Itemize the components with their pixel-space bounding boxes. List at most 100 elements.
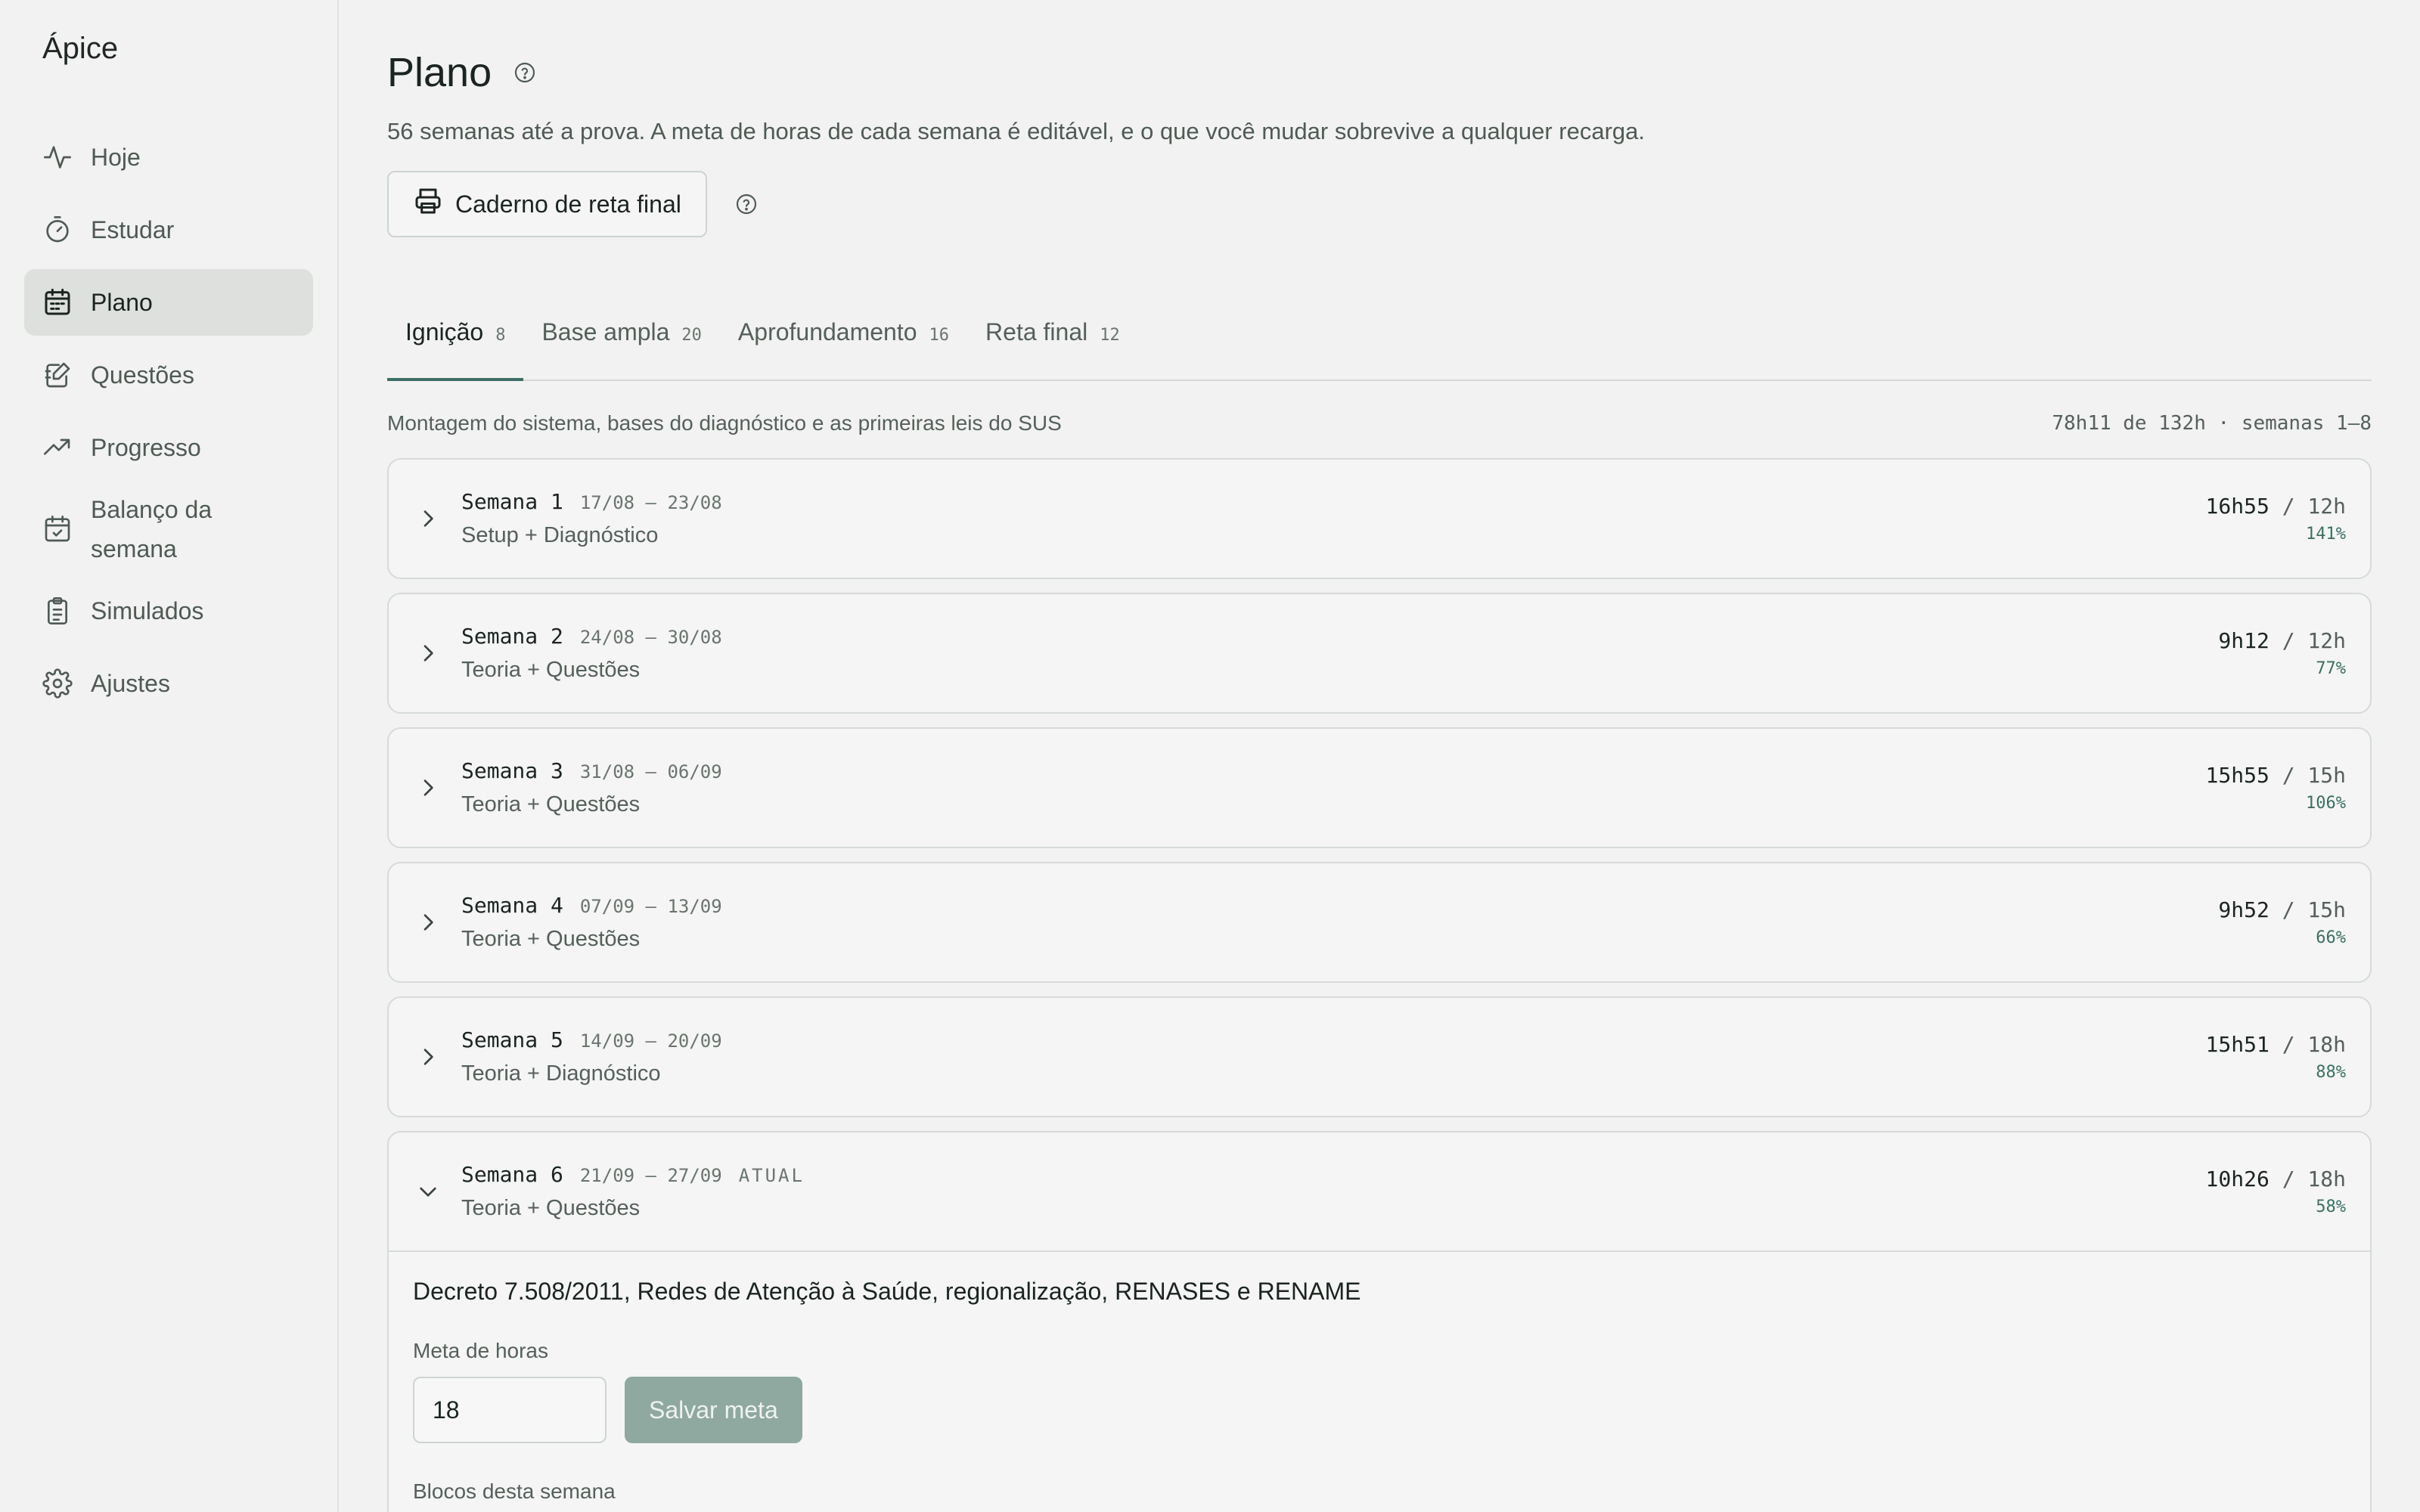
week-info: Semana 1 17/08 – 23/08 Setup + Diagnósti… <box>461 489 2206 548</box>
sidebar-item-progresso[interactable]: Progresso <box>24 414 313 481</box>
week-dates: 31/08 – 06/09 <box>579 761 722 782</box>
current-week-badge: ATUAL <box>738 1165 805 1186</box>
hours-separator: / <box>2282 628 2295 653</box>
week-info: Semana 2 24/08 – 30/08 Teoria + Questões <box>461 624 2218 683</box>
week-info: Semana 4 07/09 – 13/09 Teoria + Questões <box>461 893 2218 952</box>
week-label: Semana 4 <box>461 893 563 918</box>
tab-aprofundamento[interactable]: Aprofundamento 16 <box>720 318 967 380</box>
week-info: Semana 5 14/09 – 20/09 Teoria + Diagnóst… <box>461 1027 2206 1086</box>
hours-percent: 141% <box>2306 525 2346 544</box>
week-detail: Decreto 7.508/2011, Redes de Atenção à S… <box>389 1250 2370 1512</box>
hours-done: 10h26 <box>2205 1167 2270 1191</box>
hours-done: 15h55 <box>2205 763 2270 788</box>
tab-label: Aprofundamento <box>737 318 917 345</box>
activity-icon <box>42 142 73 172</box>
week-hours: 15h55 / 15h 106% <box>2206 763 2346 813</box>
phase-description: Montagem do sistema, bases do diagnóstic… <box>387 411 1062 435</box>
hours-percent: 58% <box>2316 1198 2346 1216</box>
sidebar-item-simulados[interactable]: Simulados <box>24 578 313 644</box>
sidebar-item-label: Questões <box>91 361 194 389</box>
week-header[interactable]: Semana 3 31/08 – 06/09 Teoria + Questões… <box>389 729 2370 847</box>
tab-ignicao[interactable]: Ignição 8 <box>387 318 524 381</box>
week-header[interactable]: Semana 2 24/08 – 30/08 Teoria + Questões… <box>389 594 2370 712</box>
week-card: Semana 4 07/09 – 13/09 Teoria + Questões… <box>387 862 2372 983</box>
sidebar-item-questoes[interactable]: Questões <box>24 342 313 408</box>
hours-goal: 15h <box>2307 763 2346 788</box>
week-header[interactable]: Semana 6 21/09 – 27/09 ATUAL Teoria + Qu… <box>389 1132 2370 1250</box>
hours-separator: / <box>2282 1032 2295 1057</box>
hours-separator: / <box>2282 763 2295 788</box>
week-focus: Teoria + Questões <box>461 1196 641 1220</box>
tab-count: 12 <box>1100 326 1120 345</box>
brand-logo: Ápice <box>42 32 119 65</box>
timer-icon <box>42 215 73 245</box>
hours-goal: 12h <box>2307 494 2346 519</box>
sidebar-item-label: Plano <box>91 288 153 316</box>
page-title: Plano <box>387 50 492 95</box>
hours-goal: 18h <box>2307 1167 2346 1191</box>
chevron-right-icon <box>416 507 440 531</box>
hours-separator: / <box>2282 494 2295 519</box>
week-label: Semana 5 <box>461 1027 563 1052</box>
tab-reta-final[interactable]: Reta final 12 <box>967 318 1138 380</box>
week-dates: 14/09 – 20/09 <box>579 1030 722 1052</box>
week-focus: Teoria + Questões <box>461 792 641 816</box>
week-focus: Teoria + Questões <box>461 658 641 682</box>
goal-field-label: Meta de horas <box>413 1339 548 1362</box>
week-header[interactable]: Semana 1 17/08 – 23/08 Setup + Diagnósti… <box>389 460 2370 578</box>
chevron-right-icon <box>416 1045 440 1069</box>
hours-percent: 106% <box>2306 794 2346 813</box>
phase-summary-row: Montagem do sistema, bases do diagnóstic… <box>387 408 2372 438</box>
hours-goal: 12h <box>2307 628 2346 653</box>
sidebar-item-balanco[interactable]: Balanço da semana <box>24 487 313 572</box>
hours-done: 9h12 <box>2218 628 2270 653</box>
week-hours: 16h55 / 12h 141% <box>2206 494 2346 544</box>
chevron-right-icon <box>416 641 440 665</box>
sidebar-item-label: Hoje <box>91 143 141 171</box>
week-list: Semana 1 17/08 – 23/08 Setup + Diagnósti… <box>387 458 2372 1512</box>
actions-row: Caderno de reta final <box>387 171 2372 237</box>
week-blocks-label: Blocos desta semana <box>413 1479 616 1503</box>
week-card: Semana 5 14/09 – 20/09 Teoria + Diagnóst… <box>387 996 2372 1117</box>
sidebar-item-plano[interactable]: Plano <box>24 269 313 336</box>
hours-done: 16h55 <box>2205 494 2270 519</box>
hours-goal: 15h <box>2307 897 2346 922</box>
sidebar-item-estudar[interactable]: Estudar <box>24 197 313 263</box>
tab-base-ampla[interactable]: Base ampla 20 <box>523 318 719 380</box>
week-hours: 9h52 / 15h 66% <box>2218 897 2346 947</box>
help-circle-icon[interactable] <box>734 192 759 216</box>
week-header[interactable]: Semana 5 14/09 – 20/09 Teoria + Diagnóst… <box>389 998 2370 1116</box>
tab-count: 20 <box>681 326 702 345</box>
week-topic: Decreto 7.508/2011, Redes de Atenção à S… <box>413 1278 1361 1305</box>
main-content: Plano 56 semanas até a prova. A meta de … <box>339 0 2420 1512</box>
phase-tabs: Ignição 8 Base ampla 20 Aprofundamento 1… <box>387 281 2372 381</box>
goal-row: Salvar meta <box>413 1377 2346 1443</box>
week-header[interactable]: Semana 4 07/09 – 13/09 Teoria + Questões… <box>389 863 2370 981</box>
save-goal-button[interactable]: Salvar meta <box>625 1377 802 1443</box>
sidebar-item-label: Balanço da semana <box>91 496 213 562</box>
trending-up-icon <box>42 432 73 463</box>
hours-done: 9h52 <box>2218 897 2270 922</box>
tab-label: Ignição <box>405 318 484 345</box>
page-subtitle: 56 semanas até a prova. A meta de horas … <box>387 118 1645 144</box>
hours-goal: 18h <box>2307 1032 2346 1057</box>
print-final-notebook-button[interactable]: Caderno de reta final <box>387 171 707 237</box>
hours-separator: / <box>2282 1167 2295 1191</box>
week-dates: 17/08 – 23/08 <box>579 492 722 513</box>
sidebar-item-ajustes[interactable]: Ajustes <box>24 650 313 717</box>
week-hours: 10h26 / 18h 58% <box>2206 1167 2346 1216</box>
chevron-right-icon <box>416 910 440 934</box>
tab-count: 8 <box>495 326 506 345</box>
help-circle-icon[interactable] <box>513 60 537 85</box>
chevron-right-icon <box>416 776 440 800</box>
tab-label: Reta final <box>985 318 1088 345</box>
week-label: Semana 1 <box>461 489 563 514</box>
week-focus: Setup + Diagnóstico <box>461 523 659 547</box>
sidebar-item-label: Progresso <box>91 433 201 461</box>
hours-separator: / <box>2282 897 2295 922</box>
title-row: Plano <box>387 42 2372 103</box>
week-label: Semana 6 <box>461 1162 563 1187</box>
sidebar-item-hoje[interactable]: Hoje <box>24 124 313 191</box>
week-info: Semana 6 21/09 – 27/09 ATUAL Teoria + Qu… <box>461 1162 2206 1221</box>
hours-goal-input[interactable] <box>413 1377 607 1443</box>
